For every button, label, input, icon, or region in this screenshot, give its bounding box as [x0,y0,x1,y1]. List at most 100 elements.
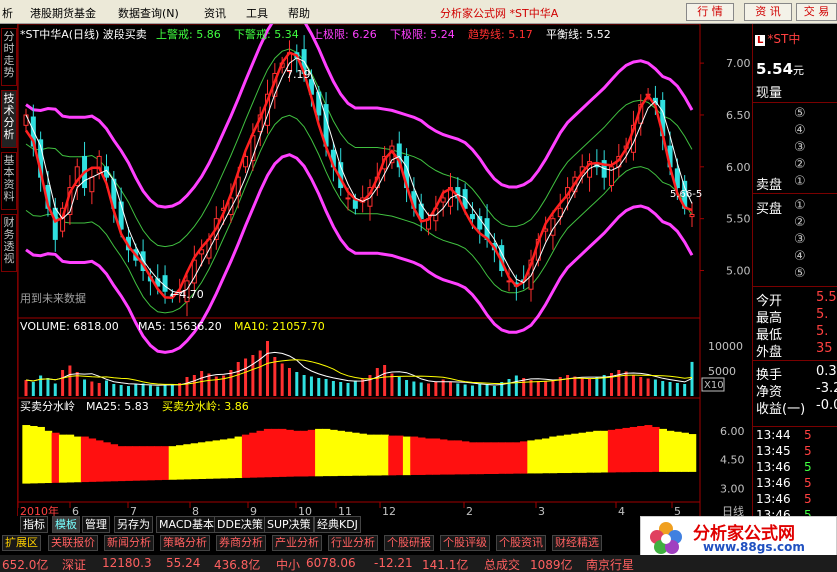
price-legend-item: 上极限: 6.26 [312,27,377,41]
volume-tick-label: 5000 [708,365,736,378]
nav-tab[interactable]: 财经精选 [552,535,602,551]
nav-tab[interactable]: 扩展区 [2,535,41,551]
water-column [29,426,38,484]
volume-bar [39,375,43,396]
water-column [424,438,433,475]
bottom-tab[interactable]: 经典KDJ [314,516,361,533]
candle-body [462,189,468,209]
water-tick-label: 4.50 [720,454,745,467]
nav-tab[interactable]: 策略分析 [160,535,210,551]
water-column [498,442,506,474]
buy-level-index: ② [794,215,806,230]
left-tab[interactable]: 分时走势 [1,28,17,86]
price-value: 5.54 [756,60,794,78]
volume-bar [61,370,65,396]
menu-item[interactable]: 数据查询(N) [118,5,179,21]
water-column [563,434,572,474]
price-unit: 元 [793,64,805,77]
ticker-item: 652.0亿 [2,558,49,572]
ticker-item: 1089亿 [530,558,573,572]
candle-body [469,214,475,220]
bottom-tab[interactable]: SUP决策 [264,516,314,533]
volume-bar [412,381,416,396]
nav-tab[interactable]: 行业分析 [328,535,378,551]
water-column [293,430,302,477]
sell-level-index: ① [794,174,806,189]
nav-button[interactable]: 行 情 [686,3,734,21]
chart-area: 7.00 6.50 6.00 5.50 5.00 *ST中华A(日线) 波段买卖 上警戒: … [18,24,751,518]
left-tab[interactable]: 技术分析 [1,90,17,148]
nav-tab[interactable]: 个股研报 [384,535,434,551]
water-column [585,431,594,473]
volume-legend-item: MA5: 15636.20 [138,320,222,333]
left-tab[interactable]: 财务透视 [1,214,17,272]
bottom-tab[interactable]: DDE决策 [214,516,266,533]
bottom-tab[interactable]: 另存为 [114,516,153,533]
water-column [139,446,148,481]
band-line-3 [25,114,693,314]
menu-item[interactable]: 帮助 [288,5,310,21]
price-tick-label: 5.00 [726,265,751,278]
menu-item[interactable]: 资讯 [204,5,226,21]
water-column [607,429,616,473]
water-column [278,428,287,477]
band-line-2 [25,48,693,248]
bottom-tab[interactable]: 模板 [52,516,80,533]
volume-bar [46,378,50,396]
water-column [307,429,316,477]
nav-tab[interactable]: 产业分析 [272,535,322,551]
water-column [644,425,653,473]
menu-item[interactable]: 港股期货基金 [30,5,96,21]
tick-time: 13:45 [756,444,791,458]
volume-bar [251,355,255,396]
volume-unit: X10 [704,380,724,391]
nav-button[interactable]: 交 易 [796,3,837,21]
band-line-1 [25,24,694,209]
volume-bar [156,386,160,396]
volume-bar [97,383,101,396]
left-tab[interactable]: 基本资料 [1,152,17,210]
nav-button[interactable]: 资 讯 [744,3,792,21]
volume-bar [427,383,431,396]
price-tick-label: 6.50 [726,109,751,122]
water-column [66,434,75,483]
menu-item[interactable]: 析 [2,5,13,21]
water-column [673,431,682,472]
nav-tab[interactable]: 新闻分析 [104,535,154,551]
water-column [168,446,177,480]
volume-bar [566,375,570,396]
water-column [446,440,455,475]
bottom-tab[interactable]: 指标 [20,516,48,533]
bottom-tab[interactable]: 管理 [82,516,110,533]
menu-item[interactable]: 工具 [246,5,268,21]
water-column [476,442,485,475]
water-column [146,446,155,481]
volume-bar [295,372,299,396]
water-column [549,436,558,474]
volume-bar [397,377,401,396]
ticker-item: 12180.3 [102,556,152,570]
quote-stat-value: -0.0 [816,398,837,413]
ticker-item: 6078.06 [306,556,356,570]
volume-bar [236,362,240,396]
candle-body [23,114,29,126]
volume-bar [112,384,116,396]
water-column [80,436,89,483]
water-column [380,434,389,476]
water-column [51,432,60,483]
water-column [454,440,463,475]
volume-legend-item: VOLUME: 6818.00 [20,320,119,333]
volume-bar [317,378,321,396]
bottom-tab[interactable]: MACD基本 [156,516,217,533]
candle-body [52,207,58,240]
water-column [322,428,331,477]
nav-tab[interactable]: 个股评级 [440,535,490,551]
tick-price: 5 [804,492,812,506]
water-column [659,428,667,472]
water-column [402,436,411,476]
water-column [337,430,345,476]
nav-tab[interactable]: 关联报价 [48,535,98,551]
nav-tab[interactable]: 券商分析 [216,535,266,551]
nav-tab[interactable]: 个股资讯 [496,535,546,551]
volume-bar [200,371,204,396]
